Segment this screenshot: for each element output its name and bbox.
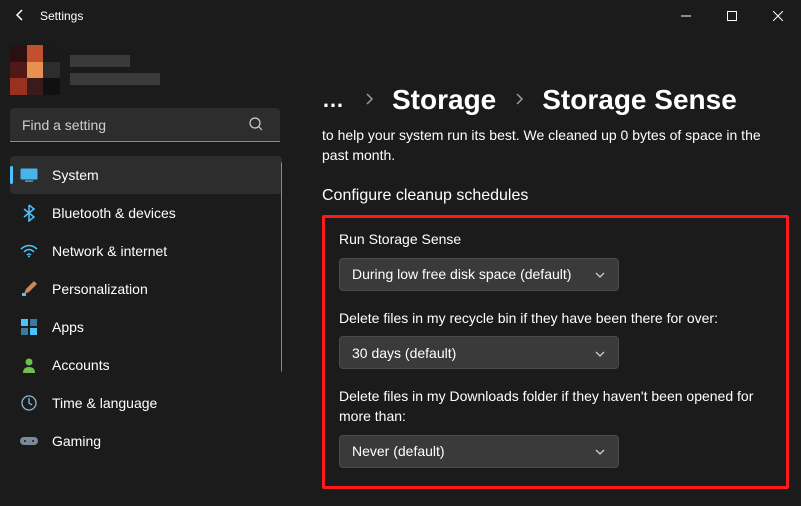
highlighted-region: Run Storage Sense During low free disk s… <box>322 215 789 488</box>
dropdown-value: 30 days (default) <box>352 345 456 361</box>
sidebar-item-personalization[interactable]: Personalization <box>10 270 282 308</box>
sidebar-item-time-language[interactable]: Time & language <box>10 384 282 422</box>
nav-list: System Bluetooth & devices Network & int… <box>10 156 282 460</box>
sidebar-item-system[interactable]: System <box>10 156 282 194</box>
close-button[interactable] <box>755 0 801 32</box>
field-label: Delete files in my recycle bin if they h… <box>339 309 772 329</box>
sidebar-item-label: Gaming <box>52 433 101 449</box>
search-input[interactable] <box>10 108 280 142</box>
gamepad-icon <box>20 432 38 450</box>
sidebar-item-label: Time & language <box>52 395 157 411</box>
maximize-button[interactable] <box>709 0 755 32</box>
sidebar-item-apps[interactable]: Apps <box>10 308 282 346</box>
chevron-right-icon <box>364 92 374 109</box>
page-title: Storage Sense <box>542 84 737 116</box>
field-label: Delete files in my Downloads folder if t… <box>339 387 759 426</box>
run-storage-sense-dropdown[interactable]: During low free disk space (default) <box>339 258 619 291</box>
downloads-dropdown[interactable]: Never (default) <box>339 435 619 468</box>
window-title: Settings <box>40 9 83 23</box>
sidebar-item-gaming[interactable]: Gaming <box>10 422 282 460</box>
back-button[interactable] <box>0 7 40 26</box>
sidebar-item-bluetooth[interactable]: Bluetooth & devices <box>10 194 282 232</box>
breadcrumb-parent-link[interactable]: Storage <box>392 84 496 116</box>
breadcrumb: … Storage Storage Sense <box>322 84 781 116</box>
account-name-redacted <box>70 55 160 85</box>
dropdown-value: Never (default) <box>352 443 445 459</box>
titlebar: Settings <box>0 0 801 32</box>
field-run-storage-sense: Run Storage Sense During low free disk s… <box>339 230 772 291</box>
section-heading: Configure cleanup schedules <box>322 187 781 205</box>
sidebar: System Bluetooth & devices Network & int… <box>0 32 292 506</box>
breadcrumb-more-button[interactable]: … <box>322 87 346 113</box>
field-downloads: Delete files in my Downloads folder if t… <box>339 387 772 467</box>
recycle-bin-dropdown[interactable]: 30 days (default) <box>339 336 619 369</box>
search-field[interactable] <box>10 108 282 142</box>
sidebar-item-label: Personalization <box>52 281 148 297</box>
search-icon <box>248 116 264 135</box>
globe-clock-icon <box>20 394 38 412</box>
person-icon <box>20 356 38 374</box>
sidebar-item-label: System <box>52 167 99 183</box>
system-icon <box>20 166 38 184</box>
brush-icon <box>20 280 38 298</box>
chevron-right-icon <box>514 92 524 109</box>
chevron-down-icon <box>594 443 606 459</box>
sidebar-item-network[interactable]: Network & internet <box>10 232 282 270</box>
sidebar-item-label: Apps <box>52 319 84 335</box>
sidebar-item-label: Bluetooth & devices <box>52 205 176 221</box>
minimize-button[interactable] <box>663 0 709 32</box>
apps-icon <box>20 318 38 336</box>
field-recycle-bin: Delete files in my recycle bin if they h… <box>339 309 772 370</box>
sidebar-scrollbar[interactable] <box>281 162 282 372</box>
sidebar-item-label: Accounts <box>52 357 110 373</box>
intro-text: to help your system run its best. We cle… <box>322 126 762 165</box>
sidebar-item-label: Network & internet <box>52 243 167 259</box>
sidebar-item-accounts[interactable]: Accounts <box>10 346 282 384</box>
wifi-icon <box>20 242 38 260</box>
avatar <box>10 45 60 95</box>
dropdown-value: During low free disk space (default) <box>352 266 571 282</box>
chevron-down-icon <box>594 345 606 361</box>
field-label: Run Storage Sense <box>339 230 772 250</box>
content-area: … Storage Storage Sense to help your sys… <box>292 32 801 506</box>
chevron-down-icon <box>594 266 606 282</box>
account-header[interactable] <box>10 42 282 98</box>
bluetooth-icon <box>20 204 38 222</box>
